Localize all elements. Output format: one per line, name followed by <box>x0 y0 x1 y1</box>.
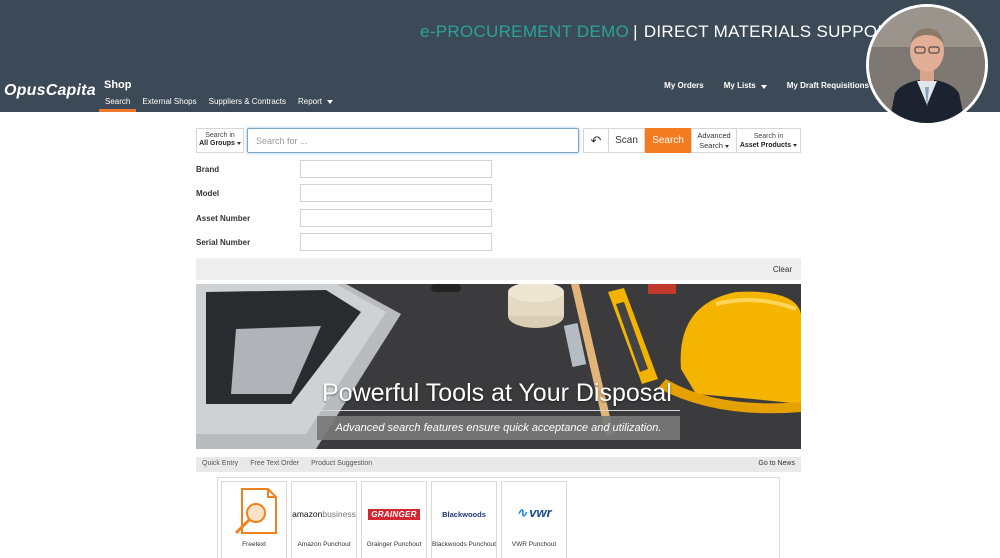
search-in-label: Search in <box>205 132 235 139</box>
search-in-value: All Groups <box>199 140 235 147</box>
tile-freetext[interactable]: Freetext <box>221 481 287 558</box>
blackwoods-logo: Blackwoods <box>442 510 486 519</box>
demo-title-separator: | <box>633 22 638 41</box>
nav-external-shops-label: External Shops <box>142 97 197 106</box>
model-field[interactable] <box>300 184 492 202</box>
nav-search[interactable]: Search <box>99 97 137 112</box>
nav-search-label: Search <box>105 97 131 106</box>
clear-link[interactable]: Clear <box>773 265 792 274</box>
go-to-news-link[interactable]: Go to News <box>758 460 795 467</box>
tile-label: Freetext <box>242 541 266 548</box>
clear-bar: Clear <box>196 258 801 280</box>
nav-report-label: Report <box>298 97 323 106</box>
chevron-down-icon <box>236 141 241 145</box>
freetext-icon <box>234 488 277 535</box>
serial-number-row: Serial Number <box>196 233 492 251</box>
opuscapita-logo[interactable]: OpusCapita <box>4 82 96 100</box>
advanced-label: Advanced <box>697 131 731 140</box>
search-bar: Search in All Groups ↶ Scan Search Advan… <box>196 128 801 153</box>
demo-title-main: DIRECT MATERIALS SUPPORT <box>643 22 901 41</box>
advanced-sub-label: Search <box>699 141 723 150</box>
order-tabs: Quick Entry Free Text Order Product Sugg… <box>202 460 372 467</box>
order-tabs-bar: Quick Entry Free Text Order Product Sugg… <box>196 457 801 472</box>
main-nav: Search External Shops Suppliers & Contra… <box>99 97 339 112</box>
advanced-search-dropdown[interactable]: Advanced Search <box>691 128 737 153</box>
brand-field[interactable] <box>300 160 492 178</box>
nav-report[interactable]: Report <box>292 97 339 112</box>
nav-suppliers-contracts-label: Suppliers & Contracts <box>208 97 286 106</box>
tile-label: VWR Punchout <box>511 541 557 548</box>
my-orders-label: My Orders <box>664 81 704 90</box>
demo-title: e-PROCUREMENT DEMO | DIRECT MATERIALS SUPP… <box>420 22 900 42</box>
chevron-down-icon <box>327 100 334 104</box>
tab-product-suggestion[interactable]: Product Suggestion <box>311 460 372 467</box>
asset-number-row: Asset Number <box>196 209 492 227</box>
amazon-business-logo: amazonbusiness <box>292 509 356 519</box>
search-in2-label: Search in <box>753 133 784 140</box>
presenter-photo <box>869 7 985 123</box>
banner-subline: Advanced search features ensure quick ac… <box>317 416 680 440</box>
undo-icon: ↶ <box>590 133 602 148</box>
my-lists-menu[interactable]: My Lists <box>724 81 767 90</box>
serial-number-label: Serial Number <box>196 237 251 247</box>
section-title: Shop <box>104 79 132 91</box>
undo-button[interactable]: ↶ <box>583 128 609 153</box>
serial-number-field[interactable] <box>300 233 492 251</box>
tile-label: Blackwoods Punchout <box>432 541 496 548</box>
grainger-logo: GRAINGER <box>362 504 426 522</box>
tile-vwr-punchout[interactable]: ∿ vwr VWR Punchout <box>501 481 567 558</box>
model-label: Model <box>196 188 220 198</box>
my-orders-link[interactable]: My Orders <box>664 81 704 90</box>
brand-row: Brand <box>196 160 492 178</box>
user-nav: My Orders My Lists My Draft Requisitions <box>664 81 880 90</box>
chevron-down-icon <box>724 144 729 148</box>
my-lists-label: My Lists <box>723 81 756 90</box>
tile-label: Amazon Punchout <box>297 541 351 548</box>
asset-number-field[interactable] <box>300 209 492 227</box>
tile-grainger-punchout[interactable]: GRAINGER Grainger Punchout <box>361 481 427 558</box>
vwr-logo: ∿ vwr <box>516 505 552 520</box>
scan-button[interactable]: Scan <box>609 128 645 153</box>
search-in2-value: Asset Products <box>739 142 792 149</box>
model-row: Model <box>196 184 492 202</box>
tab-free-text-order[interactable]: Free Text Order <box>250 460 299 467</box>
search-in-groups-dropdown[interactable]: Search in All Groups <box>196 128 244 153</box>
brand-label: Brand <box>196 164 220 174</box>
nav-suppliers-contracts[interactable]: Suppliers & Contracts <box>203 97 292 112</box>
search-in-products-dropdown[interactable]: Search in Asset Products <box>737 128 801 153</box>
chevron-down-icon <box>793 143 798 147</box>
banner-divider <box>320 410 680 411</box>
asset-number-label: Asset Number <box>196 213 251 223</box>
tile-label: Grainger Punchout <box>366 541 422 548</box>
tab-quick-entry[interactable]: Quick Entry <box>202 460 238 467</box>
presenter-avatar <box>866 4 988 126</box>
tile-amazon-punchout[interactable]: amazonbusiness Amazon Punchout <box>291 481 357 558</box>
my-draft-requisitions-label: My Draft Requisitions <box>786 81 869 90</box>
punchout-tiles: Freetext amazonbusiness Amazon Punchout … <box>217 477 780 558</box>
chevron-down-icon <box>760 85 767 89</box>
tile-blackwoods-punchout[interactable]: Blackwoods Blackwoods Punchout <box>431 481 497 558</box>
promo-banner: Powerful Tools at Your Disposal Advanced… <box>196 284 801 449</box>
demo-title-accent: e-PROCUREMENT DEMO <box>420 22 630 41</box>
nav-external-shops[interactable]: External Shops <box>136 97 202 112</box>
search-input[interactable] <box>247 128 579 153</box>
banner-headline: Powerful Tools at Your Disposal <box>322 379 672 407</box>
top-header: e-PROCUREMENT DEMO | DIRECT MATERIALS SUPP… <box>0 0 1000 112</box>
search-button[interactable]: Search <box>645 128 691 153</box>
my-draft-requisitions-menu[interactable]: My Draft Requisitions <box>787 81 880 90</box>
